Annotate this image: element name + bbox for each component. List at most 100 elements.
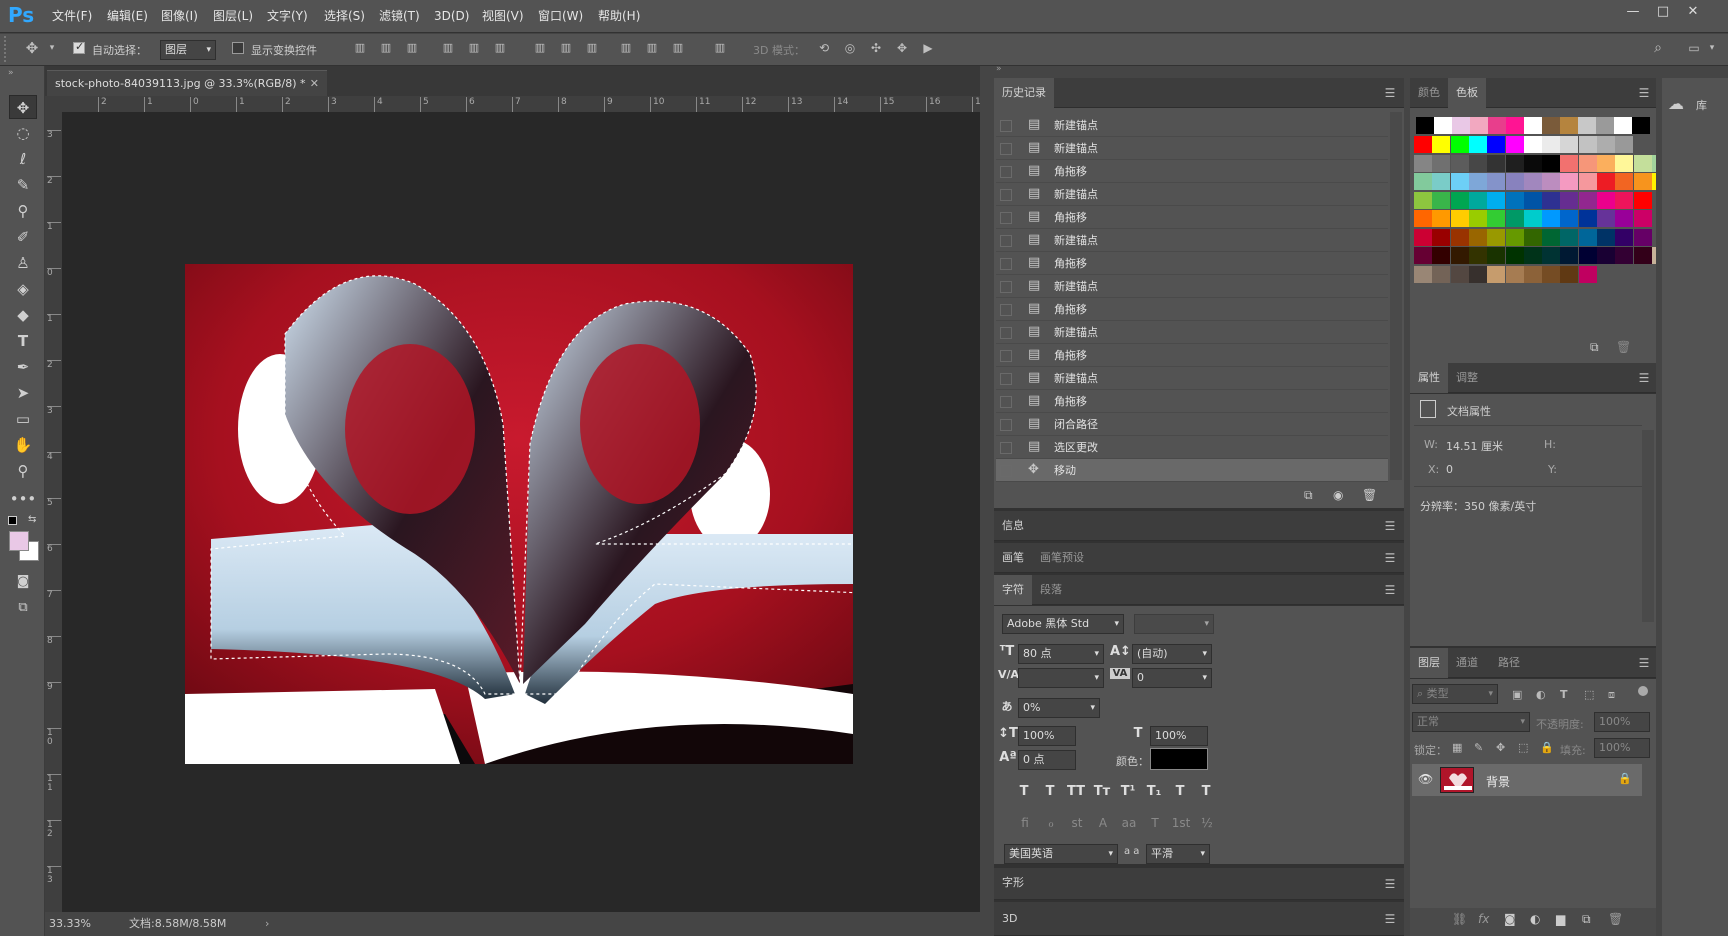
x-value[interactable]: 0 bbox=[1446, 463, 1453, 476]
color-swatch[interactable] bbox=[1468, 247, 1487, 264]
history-item[interactable]: ▤ 新建锚点 bbox=[996, 137, 1388, 160]
history-snapshot-checkbox[interactable] bbox=[1000, 373, 1012, 385]
menu-item-6[interactable]: 滤镜(T) bbox=[379, 7, 420, 25]
history-item[interactable]: ▤ 角拖移 bbox=[996, 252, 1388, 275]
history-snapshot-checkbox[interactable] bbox=[1000, 120, 1012, 132]
color-swatch[interactable] bbox=[1542, 154, 1561, 172]
color-swatch[interactable] bbox=[1505, 173, 1524, 190]
tab-adjustments[interactable]: 调整 bbox=[1448, 363, 1486, 393]
text-style-button-0[interactable]: T bbox=[1014, 784, 1034, 799]
color-swatch[interactable] bbox=[1578, 154, 1597, 172]
color-swatch[interactable] bbox=[1432, 191, 1451, 209]
color-swatch[interactable] bbox=[1505, 228, 1524, 246]
pen-tool-icon[interactable]: ✒ bbox=[9, 355, 37, 379]
3d-scale-icon[interactable]: ▶ bbox=[920, 40, 936, 56]
kerning-field[interactable]: ▾ bbox=[1018, 668, 1104, 688]
text-style-button-4[interactable]: T¹ bbox=[1118, 784, 1138, 799]
color-swatch[interactable] bbox=[1505, 265, 1524, 283]
leading-field[interactable]: (自动) ▾ bbox=[1132, 644, 1212, 664]
opentype-button-4[interactable]: aa bbox=[1118, 816, 1140, 830]
history-panel-menu-icon[interactable]: ☰ bbox=[1382, 85, 1398, 101]
quick-select-tool-icon[interactable]: ✎ bbox=[9, 173, 37, 197]
lock-transparent-icon[interactable]: ▦ bbox=[1452, 741, 1462, 754]
layer-lock-icon[interactable]: 🔒 bbox=[1618, 772, 1632, 785]
tab-paths[interactable]: 路径 bbox=[1490, 648, 1528, 678]
history-item[interactable]: ▤ 闭合路径 bbox=[996, 413, 1388, 436]
menu-item-7[interactable]: 3D(D) bbox=[434, 7, 469, 25]
color-swatch[interactable] bbox=[1633, 191, 1652, 209]
foreground-color-swatch[interactable] bbox=[9, 531, 29, 551]
history-item[interactable]: ▤ 新建锚点 bbox=[996, 367, 1388, 390]
tab-properties[interactable]: 属性 bbox=[1410, 363, 1448, 393]
tab-paragraph[interactable]: 段落 bbox=[1032, 575, 1070, 605]
color-swatch[interactable] bbox=[1414, 247, 1432, 264]
color-swatch[interactable] bbox=[1450, 265, 1469, 283]
swatch-trash-icon[interactable]: 🗑 bbox=[1616, 340, 1631, 354]
color-swatch[interactable] bbox=[1468, 136, 1487, 153]
color-swatch[interactable] bbox=[1414, 265, 1432, 283]
color-swatch[interactable] bbox=[1450, 210, 1469, 227]
color-swatch[interactable] bbox=[1414, 228, 1432, 246]
color-swatch[interactable] bbox=[1505, 247, 1524, 264]
history-item[interactable]: ▤ 角拖移 bbox=[996, 298, 1388, 321]
color-swatch[interactable] bbox=[1414, 136, 1432, 153]
color-swatch[interactable] bbox=[1615, 136, 1634, 153]
color-swatch[interactable] bbox=[1597, 210, 1615, 227]
color-swatch[interactable] bbox=[1468, 228, 1487, 246]
text-color-swatch[interactable] bbox=[1150, 748, 1208, 770]
more-tools-icon[interactable]: ••• bbox=[9, 487, 37, 511]
color-swatch[interactable] bbox=[1560, 191, 1579, 209]
delete-layer-icon[interactable]: 🗑 bbox=[1608, 912, 1623, 926]
tab-3d[interactable]: 3D bbox=[994, 904, 1025, 934]
color-swatch[interactable] bbox=[1414, 210, 1432, 227]
font-style-select[interactable]: ▾ bbox=[1134, 614, 1214, 634]
width-value[interactable]: 14.51 厘米 bbox=[1446, 438, 1503, 454]
color-swatch[interactable] bbox=[1414, 191, 1432, 209]
color-swatch[interactable] bbox=[1432, 154, 1451, 172]
minimize-button[interactable]: — bbox=[1618, 2, 1648, 22]
color-swatch[interactable] bbox=[1523, 247, 1542, 264]
tab-history[interactable]: 历史记录 bbox=[994, 78, 1054, 108]
color-swatch[interactable] bbox=[1560, 136, 1579, 153]
align-button-0-icon[interactable]: ▥ bbox=[352, 40, 368, 56]
color-swatch[interactable] bbox=[1615, 210, 1634, 227]
layer-visibility-eye-icon[interactable]: 👁 bbox=[1418, 772, 1433, 786]
stamp-tool-icon[interactable]: ♙ bbox=[9, 251, 37, 275]
menu-item-5[interactable]: 选择(S) bbox=[324, 7, 365, 25]
color-swatch[interactable] bbox=[1488, 117, 1506, 134]
color-swatch[interactable] bbox=[1434, 117, 1452, 134]
color-swatch[interactable] bbox=[1542, 247, 1561, 264]
filter-type-icon[interactable]: T bbox=[1560, 688, 1568, 701]
new-layer-icon[interactable]: ⧉ bbox=[1582, 912, 1591, 927]
lock-all-icon[interactable]: 🔒 bbox=[1540, 741, 1554, 754]
color-swatch[interactable] bbox=[1450, 154, 1469, 172]
path-select-tool-icon[interactable]: ➤ bbox=[9, 381, 37, 405]
move-tool-preset-icon[interactable]: ✥ bbox=[24, 40, 40, 56]
color-swatch[interactable] bbox=[1432, 228, 1451, 246]
color-swatch[interactable] bbox=[1506, 117, 1524, 134]
color-swatch[interactable] bbox=[1560, 173, 1579, 190]
color-swatch[interactable] bbox=[1597, 136, 1615, 153]
menu-item-9[interactable]: 窗口(W) bbox=[538, 7, 583, 25]
color-swatch[interactable] bbox=[1542, 210, 1561, 227]
menu-item-2[interactable]: 图像(I) bbox=[161, 7, 198, 25]
fx-icon[interactable]: fx bbox=[1478, 912, 1489, 926]
opentype-button-6[interactable]: 1st bbox=[1170, 816, 1192, 830]
text-style-button-7[interactable]: T bbox=[1196, 784, 1216, 799]
close-button[interactable]: ✕ bbox=[1678, 2, 1708, 22]
color-swatch[interactable] bbox=[1632, 117, 1650, 134]
color-swatch[interactable] bbox=[1524, 117, 1542, 134]
tab-glyphs[interactable]: 字形 bbox=[994, 868, 1032, 898]
opentype-button-1[interactable]: ℴ bbox=[1040, 816, 1062, 830]
3d-panel-menu-icon[interactable]: ☰ bbox=[1382, 911, 1398, 927]
color-swatch[interactable] bbox=[1414, 154, 1432, 172]
snapshot-camera-icon[interactable]: ◉ bbox=[1333, 488, 1349, 502]
color-swatch[interactable] bbox=[1560, 117, 1578, 134]
color-swatch[interactable] bbox=[1487, 228, 1506, 246]
vertical-scale-field[interactable]: 100% bbox=[1018, 726, 1076, 746]
history-item[interactable]: ▤ 新建锚点 bbox=[996, 321, 1388, 344]
color-swatch[interactable] bbox=[1560, 154, 1579, 172]
color-swatch[interactable] bbox=[1578, 247, 1597, 264]
color-swatch[interactable] bbox=[1560, 210, 1579, 227]
info-panel-menu-icon[interactable]: ☰ bbox=[1382, 518, 1398, 534]
